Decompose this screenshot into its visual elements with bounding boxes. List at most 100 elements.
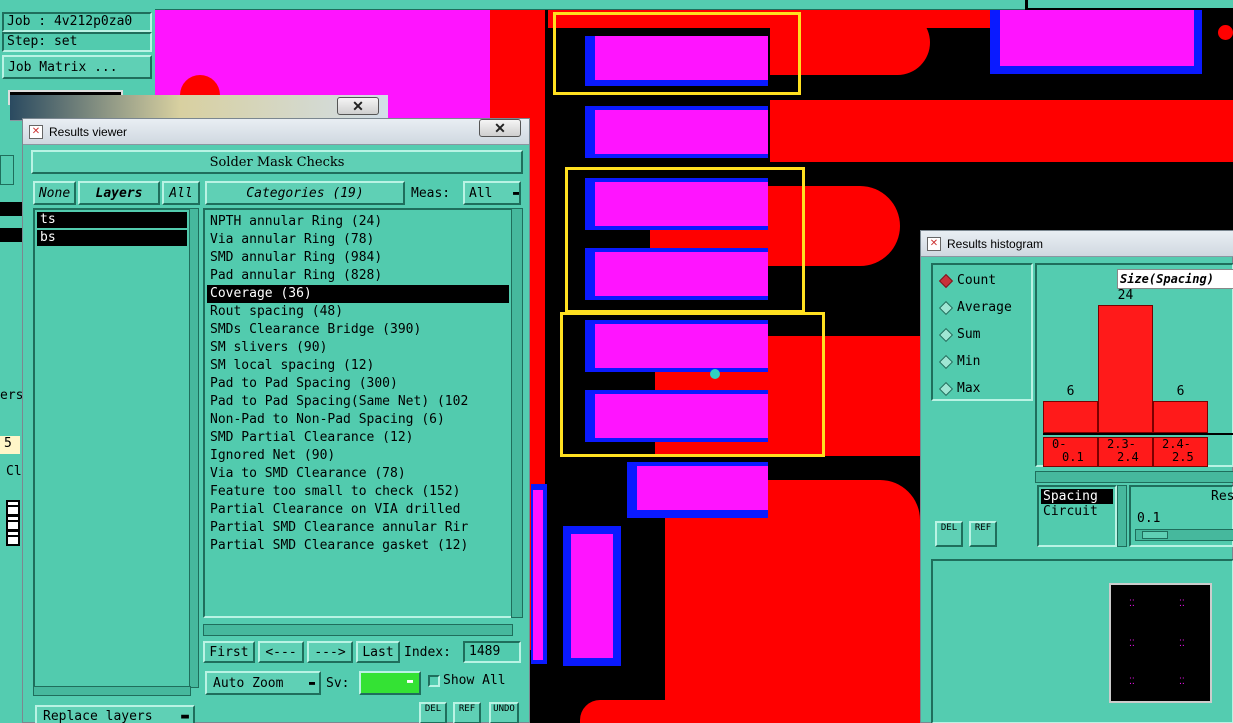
auto-zoom-dropdown[interactable]: Auto Zoom ▬ bbox=[205, 671, 321, 695]
mode-radio-average[interactable]: Average bbox=[938, 300, 1012, 315]
layer-list-scrollbar[interactable] bbox=[189, 208, 199, 688]
chart-hscrollbar[interactable] bbox=[1035, 471, 1233, 483]
mode-label: Count bbox=[957, 273, 997, 288]
category-item[interactable]: Pad to Pad Spacing (300) bbox=[207, 375, 509, 393]
meas-label: Meas: bbox=[411, 186, 451, 201]
radio-diamond-icon bbox=[938, 354, 954, 369]
index-field[interactable]: 1489 bbox=[463, 641, 521, 663]
category-item[interactable]: Partial SMD Clearance annular Rir bbox=[207, 519, 509, 537]
hist-del-button[interactable]: DEL bbox=[935, 521, 963, 547]
hist-ref-button[interactable]: REF bbox=[969, 521, 997, 547]
histogram-bar[interactable] bbox=[1098, 305, 1153, 433]
sv-label: Sv: bbox=[326, 676, 350, 691]
property-item[interactable]: Circuit bbox=[1041, 504, 1113, 519]
none-button[interactable]: None bbox=[33, 181, 76, 205]
mode-label: Average bbox=[957, 300, 1012, 315]
category-item[interactable]: Via annular Ring (78) bbox=[207, 231, 509, 249]
category-item[interactable]: Partial Clearance on VIA drilled bbox=[207, 501, 509, 519]
category-item[interactable]: Pad annular Ring (828) bbox=[207, 267, 509, 285]
category-item[interactable]: Feature too small to check (152) bbox=[207, 483, 509, 501]
ref-button[interactable]: REF bbox=[453, 702, 481, 723]
result-highlight[interactable] bbox=[560, 312, 825, 457]
close-button[interactable]: ✕ bbox=[479, 119, 521, 137]
result-highlight[interactable] bbox=[553, 12, 801, 95]
category-item[interactable]: Partial SMD Clearance gasket (12) bbox=[207, 537, 509, 555]
mode-radio-max[interactable]: Max bbox=[938, 381, 981, 396]
mask-opening bbox=[1000, 10, 1194, 66]
meas-dropdown[interactable]: All ▬ bbox=[463, 181, 521, 205]
window-title: Results histogram bbox=[947, 236, 1044, 251]
top-strip bbox=[155, 0, 1025, 10]
mode-radio-count[interactable]: Count bbox=[938, 273, 997, 288]
step-label: Step: set bbox=[2, 32, 152, 52]
mode-radio-min[interactable]: Min bbox=[938, 354, 980, 369]
all-button[interactable]: All bbox=[162, 181, 200, 205]
category-item[interactable]: SMDs Clearance Bridge (390) bbox=[207, 321, 509, 339]
undo-button[interactable]: UNDO bbox=[489, 702, 519, 723]
sv-color-dropdown[interactable]: ▬ bbox=[359, 671, 421, 695]
mode-label: Max bbox=[957, 381, 981, 396]
next-button[interactable]: ---> bbox=[307, 641, 353, 663]
pad bbox=[637, 466, 768, 510]
job-matrix-button[interactable]: Job Matrix ... bbox=[2, 55, 152, 79]
layers-button[interactable]: Layers bbox=[78, 181, 160, 205]
bar-category-label: 0- 0.1 bbox=[1043, 437, 1098, 467]
category-item[interactable]: SM slivers (90) bbox=[207, 339, 509, 357]
histogram-titlebar[interactable]: ✕ Results histogram bbox=[921, 231, 1233, 257]
prev-button[interactable]: <--- bbox=[258, 641, 304, 663]
layer-list-hscrollbar[interactable] bbox=[33, 686, 191, 696]
mode-radio-sum[interactable]: Sum bbox=[938, 327, 981, 342]
property-list[interactable]: Spacing Circuit bbox=[1037, 485, 1117, 547]
category-item[interactable]: Pad to Pad Spacing(Same Net) (102 bbox=[207, 393, 509, 411]
category-item[interactable]: NPTH annular Ring (24) bbox=[207, 213, 509, 231]
radio-diamond-icon bbox=[938, 300, 954, 315]
left-strip-label: ers bbox=[0, 388, 24, 403]
category-item[interactable]: Ignored Net (90) bbox=[207, 447, 509, 465]
categories-button[interactable]: Categories (19) bbox=[205, 181, 405, 205]
category-item[interactable]: SMD annular Ring (984) bbox=[207, 249, 509, 267]
category-list[interactable]: NPTH annular Ring (24) Via annular Ring (… bbox=[203, 208, 513, 618]
histogram-bar[interactable] bbox=[1153, 401, 1208, 433]
replace-layers-dropdown[interactable]: Replace layers ▬ bbox=[35, 705, 195, 723]
category-item[interactable]: SMD Partial Clearance (12) bbox=[207, 429, 509, 447]
last-button[interactable]: Last bbox=[356, 641, 400, 663]
result-highlight[interactable] bbox=[565, 167, 805, 313]
category-item[interactable]: Rout spacing (48) bbox=[207, 303, 509, 321]
histogram-chart[interactable]: 6 0- 0.1 24 2.3- 2.4 6 2.4- 2.5 bbox=[1037, 265, 1233, 467]
results-viewer-titlebar[interactable]: ✕ Results viewer bbox=[23, 119, 529, 145]
chart-area: Size(Spacing) 6 0- 0.1 24 2.3- 2.4 6 2.4- 2.5 bbox=[1035, 263, 1233, 467]
cursor-marker bbox=[710, 369, 720, 379]
show-all-checkbox[interactable] bbox=[428, 675, 440, 687]
show-all-label: Show All bbox=[443, 673, 506, 688]
app-icon: ✕ bbox=[927, 236, 941, 251]
category-item[interactable]: Via to SMD Clearance (78) bbox=[207, 465, 509, 483]
left-edge-strip: ers 5 Cl bbox=[0, 150, 24, 723]
del-button[interactable]: DEL bbox=[419, 702, 447, 723]
left-strip-field[interactable]: 5 bbox=[0, 436, 20, 454]
mode-radio-group: Count Average Sum Min Max bbox=[931, 263, 1033, 401]
res-slider[interactable] bbox=[1135, 529, 1233, 541]
mode-label: Sum bbox=[957, 327, 981, 342]
resolution-box: Res 0.1 bbox=[1129, 485, 1233, 547]
layer-list[interactable]: ts bs bbox=[33, 208, 191, 688]
category-item[interactable]: Coverage (36) bbox=[207, 285, 509, 303]
res-label: Res bbox=[1211, 489, 1233, 504]
back-window-close[interactable]: ✕ bbox=[337, 97, 379, 115]
layer-item[interactable]: ts bbox=[37, 212, 187, 228]
histogram-window: ✕ Results histogram Count Average Sum Min Ma… bbox=[920, 230, 1233, 723]
pad bbox=[533, 490, 543, 660]
preview-canvas[interactable]: ⁚⁚ ⁚⁚ ⁚⁚ ⁚⁚ ⁚⁚ ⁚⁚ bbox=[1109, 583, 1212, 703]
layer-item[interactable]: bs bbox=[37, 230, 187, 246]
property-item[interactable]: Spacing bbox=[1041, 489, 1113, 504]
bar-value-label: 24 bbox=[1117, 288, 1134, 303]
category-item[interactable]: SM local spacing (12) bbox=[207, 357, 509, 375]
property-scrollbar[interactable] bbox=[1117, 485, 1127, 547]
first-button[interactable]: First bbox=[203, 641, 255, 663]
histogram-bar[interactable] bbox=[1043, 401, 1098, 433]
category-scrollbar[interactable] bbox=[511, 208, 523, 618]
app-icon: ✕ bbox=[29, 124, 43, 139]
category-item[interactable]: Non-Pad to Non-Pad Spacing (6) bbox=[207, 411, 509, 429]
category-hscrollbar[interactable] bbox=[203, 624, 513, 636]
bar-value-label: 6 bbox=[1176, 384, 1185, 399]
grid-icon[interactable] bbox=[6, 500, 20, 546]
